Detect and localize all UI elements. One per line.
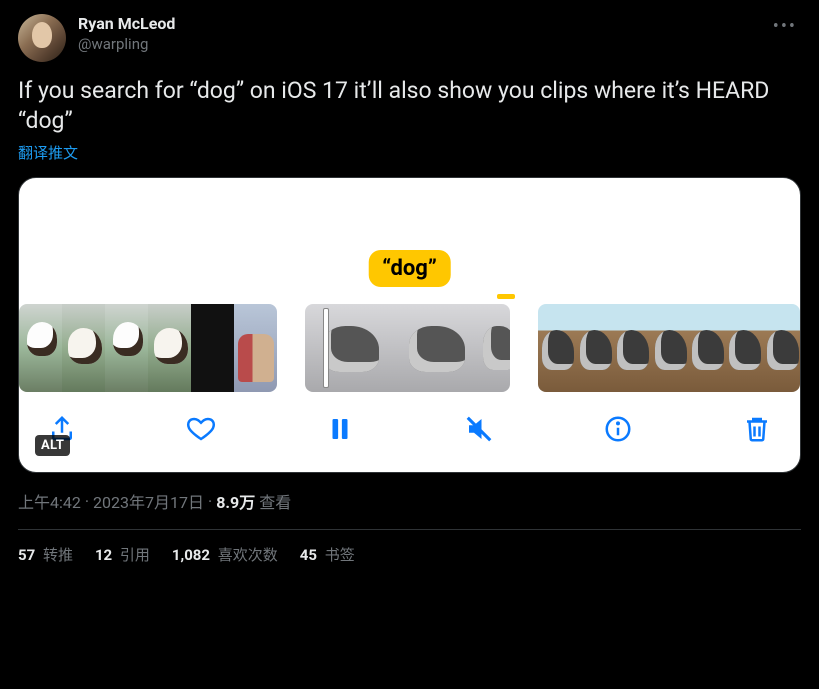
clip-frame — [305, 304, 391, 392]
author-block[interactable]: Ryan McLeod @warpling — [78, 14, 769, 54]
caption-bubble: “dog” — [368, 250, 451, 287]
clip-frame — [148, 304, 191, 392]
tweet-header: Ryan McLeod @warpling ••• — [18, 14, 801, 62]
media-toolbar — [19, 392, 800, 472]
mute-button[interactable] — [462, 412, 496, 446]
stat-label: 喜欢次数 — [214, 546, 278, 564]
tweet-time[interactable]: 上午4:42 — [18, 489, 81, 513]
display-name: Ryan McLeod — [78, 14, 769, 34]
info-button[interactable] — [601, 412, 635, 446]
clip-frame — [725, 304, 762, 392]
stat-label: 引用 — [116, 546, 150, 564]
bookmarks-stat[interactable]: 45 书签 — [300, 544, 355, 565]
media-card[interactable]: “dog” — [18, 177, 801, 473]
info-icon — [603, 414, 633, 444]
dot: · — [208, 492, 212, 511]
likes-stat[interactable]: 1,082 喜欢次数 — [172, 544, 278, 565]
pause-icon — [325, 414, 355, 444]
tweet-text: If you search for “dog” on iOS 17 it’ll … — [18, 76, 801, 136]
handle: @warpling — [78, 34, 769, 54]
tweet-container: Ryan McLeod @warpling ••• If you search … — [0, 0, 819, 577]
retweets-stat[interactable]: 57 转推 — [18, 544, 73, 565]
clip-row — [19, 304, 800, 392]
clip-frame — [234, 304, 277, 392]
stat-label: 书签 — [321, 546, 355, 564]
scrub-marker — [497, 294, 515, 299]
stat-value: 57 — [18, 546, 35, 564]
clip-frame — [613, 304, 650, 392]
clip-group-1[interactable] — [19, 304, 277, 392]
alt-badge[interactable]: ALT — [35, 435, 70, 456]
clip-frame — [763, 304, 800, 392]
more-icon: ••• — [773, 16, 797, 37]
stat-value: 45 — [300, 546, 317, 564]
stat-label: 转推 — [39, 546, 73, 564]
trash-icon — [742, 414, 772, 444]
quotes-stat[interactable]: 12 引用 — [95, 544, 150, 565]
tweet-date[interactable]: 2023年7月17日 — [93, 489, 204, 513]
clip-frame — [62, 304, 105, 392]
more-button[interactable]: ••• — [769, 14, 801, 39]
speaker-mute-icon — [464, 414, 494, 444]
stat-value: 1,082 — [172, 546, 210, 564]
heart-icon — [186, 414, 216, 444]
dot: · — [85, 492, 89, 511]
media-inner: “dog” — [19, 178, 800, 472]
delete-button[interactable] — [740, 412, 774, 446]
clip-frame — [538, 304, 575, 392]
clip-frame — [391, 304, 477, 392]
stat-value: 12 — [95, 546, 112, 564]
pause-button[interactable] — [323, 412, 357, 446]
clip-group-2[interactable] — [305, 304, 511, 392]
meta-row: 上午4:42 · 2023年7月17日 · 8.9万 查看 — [18, 489, 801, 513]
clip-frame — [651, 304, 688, 392]
stats-row: 57 转推 12 引用 1,082 喜欢次数 45 书签 — [18, 530, 801, 565]
clip-frame — [477, 304, 511, 392]
like-button[interactable] — [184, 412, 218, 446]
clip-group-3[interactable] — [538, 304, 800, 392]
avatar[interactable] — [18, 14, 66, 62]
clip-frame — [19, 304, 62, 392]
views-value: 8.9万 — [216, 489, 255, 513]
clip-frame — [105, 304, 148, 392]
views-label: 查看 — [259, 489, 291, 513]
clip-frame — [191, 304, 234, 392]
translate-link[interactable]: 翻译推文 — [18, 142, 78, 163]
clip-frame — [576, 304, 613, 392]
clip-frame — [688, 304, 725, 392]
